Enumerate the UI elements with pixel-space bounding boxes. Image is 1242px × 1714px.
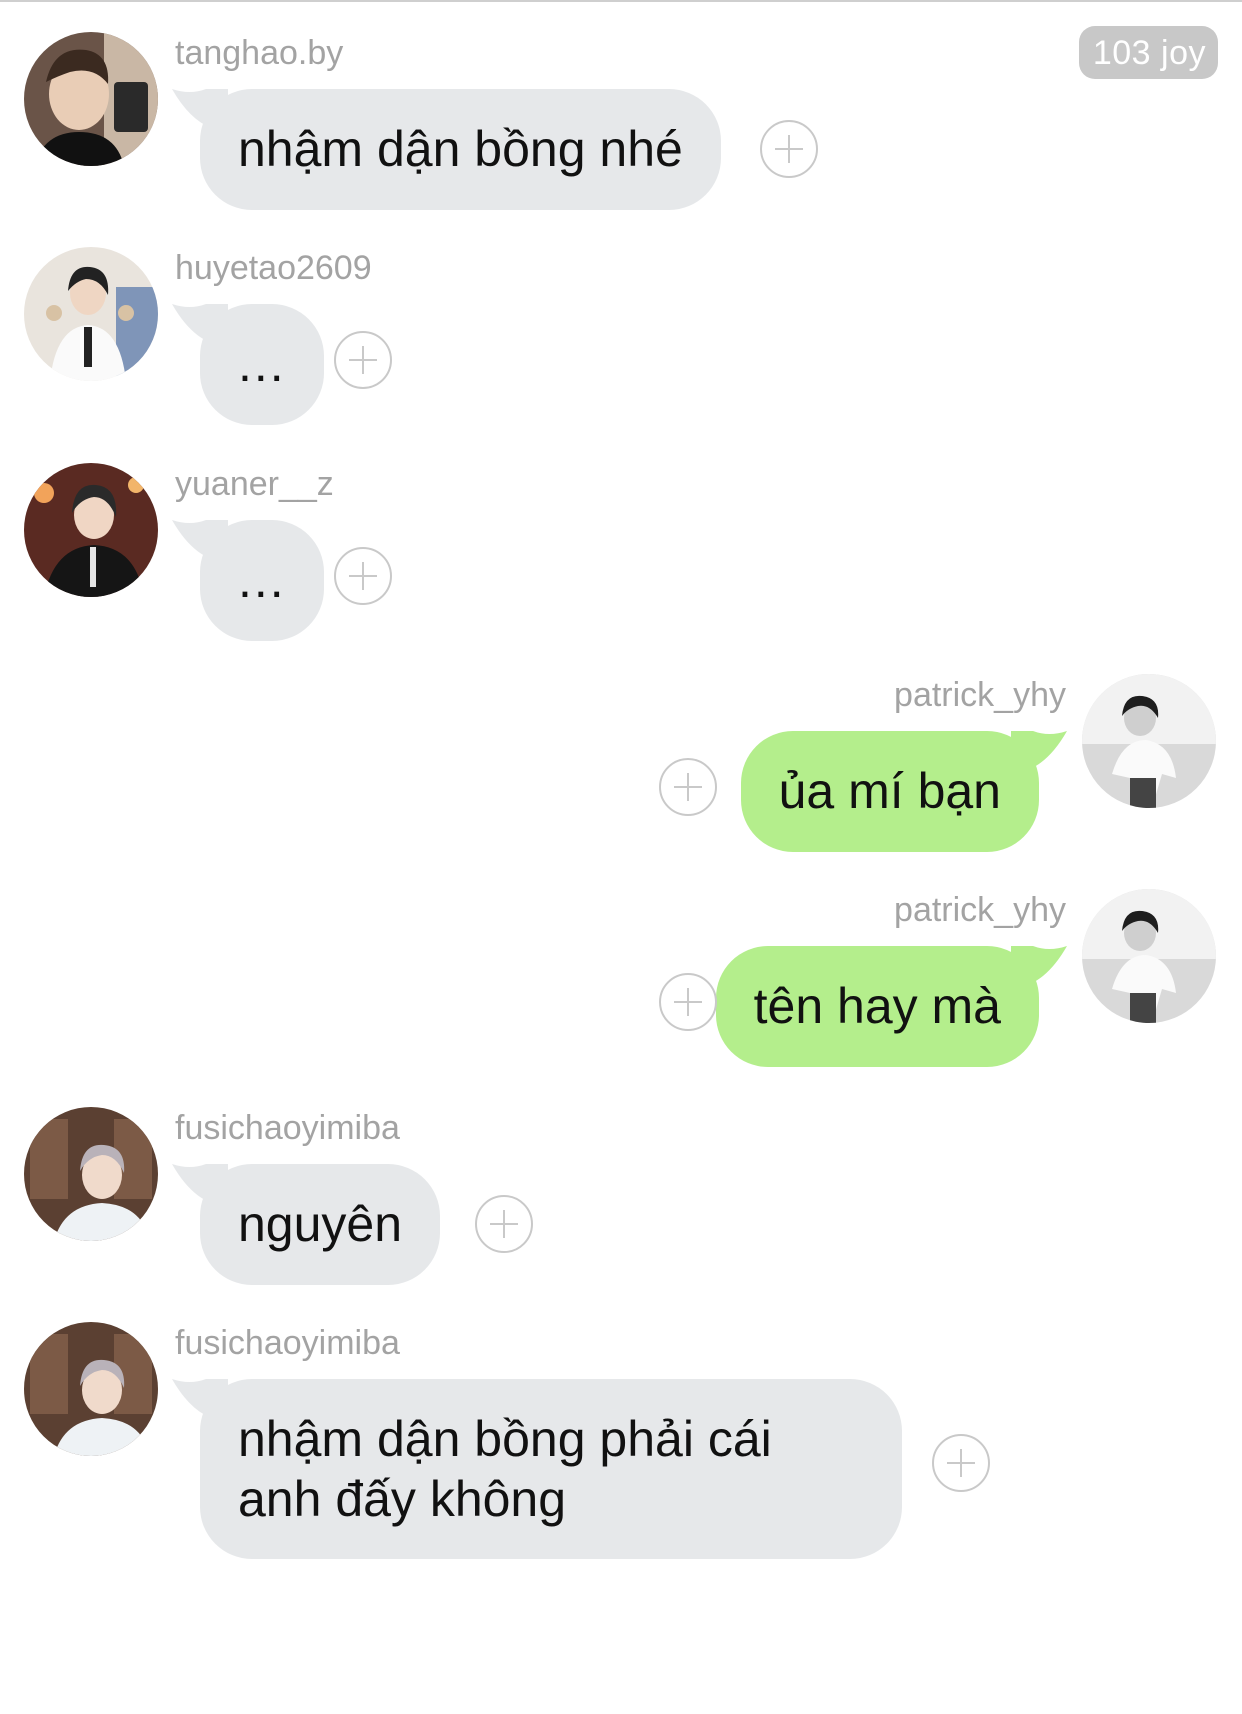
username: tanghao.by — [175, 34, 344, 72]
bubble-wrap: nguyên — [172, 1164, 533, 1285]
bubble-wrap: tên hay mà — [659, 946, 1067, 1067]
avatar[interactable] — [24, 32, 158, 166]
bubble-wrap: nhậm dận bồng phải cái anh đấy không — [172, 1379, 990, 1559]
joy-count-badge[interactable]: 103 joy — [1078, 26, 1218, 79]
add-reaction-plus-icon[interactable] — [659, 973, 717, 1031]
message-bubble[interactable]: nhậm dận bồng phải cái anh đấy không — [200, 1379, 902, 1559]
message-bubble[interactable]: nhậm dận bồng nhé — [200, 89, 721, 210]
add-reaction-plus-icon[interactable] — [659, 758, 717, 816]
avatar[interactable] — [24, 1322, 158, 1456]
username: huyetao2609 — [175, 249, 372, 287]
bubble-wrap: ... — [172, 304, 392, 425]
add-reaction-plus-icon[interactable] — [760, 120, 818, 178]
message-bubble[interactable]: ... — [200, 520, 324, 641]
message-bubble[interactable]: ủa mí bạn — [740, 731, 1039, 852]
add-reaction-plus-icon[interactable] — [932, 1434, 990, 1492]
bubble-wrap: ủa mí bạn — [659, 731, 1067, 852]
bubble-wrap: ... — [172, 520, 392, 641]
add-reaction-plus-icon[interactable] — [334, 331, 392, 389]
username: patrick_yhy — [894, 891, 1066, 929]
bubble-wrap: nhậm dận bồng nhé — [172, 89, 818, 210]
username: fusichaoyimiba — [175, 1324, 400, 1362]
message-bubble[interactable]: ... — [200, 304, 324, 425]
avatar[interactable] — [1082, 889, 1216, 1023]
add-reaction-plus-icon[interactable] — [334, 547, 392, 605]
username: yuaner__z — [175, 465, 334, 503]
message-bubble[interactable]: tên hay mà — [715, 946, 1039, 1067]
avatar[interactable] — [24, 463, 158, 597]
username: fusichaoyimiba — [175, 1109, 400, 1147]
message-bubble[interactable]: nguyên — [200, 1164, 441, 1285]
top-divider — [0, 0, 1242, 2]
avatar[interactable] — [24, 1107, 158, 1241]
add-reaction-plus-icon[interactable] — [475, 1195, 533, 1253]
username: patrick_yhy — [894, 676, 1066, 714]
avatar[interactable] — [1082, 674, 1216, 808]
avatar[interactable] — [24, 247, 158, 381]
